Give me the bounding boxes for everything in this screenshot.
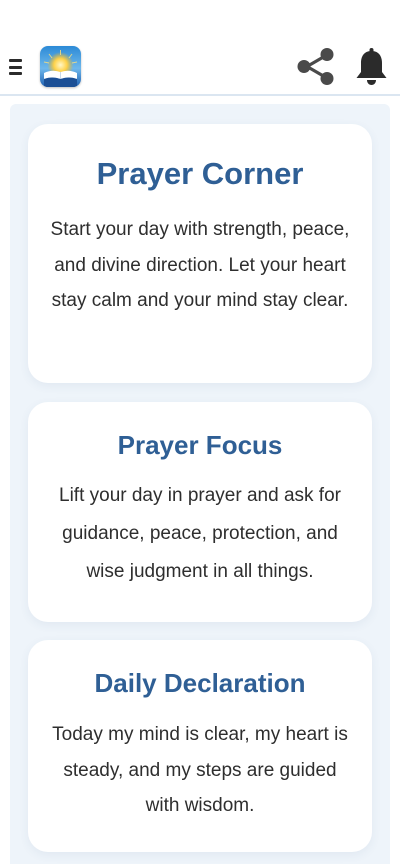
app-logo-icon[interactable] [40, 46, 81, 87]
open-bible-sunrise-icon [40, 46, 81, 87]
content-area: Prayer Corner Start your day with streng… [10, 104, 390, 864]
card-title: Prayer Focus [117, 430, 283, 460]
card-title: Prayer Corner [96, 156, 304, 191]
card-title: Daily Declaration [94, 668, 306, 698]
prayer-focus-card: Prayer Focus Lift your day in prayer and… [28, 402, 372, 622]
card-body-text: Lift your day in prayer and ask for guid… [59, 485, 341, 582]
hamburger-menu-icon[interactable] [7, 57, 25, 77]
top-header [0, 0, 400, 96]
share-icon[interactable] [296, 47, 337, 86]
share-glyph [297, 48, 334, 85]
app-screen: Prayer Corner Start your day with streng… [0, 0, 400, 864]
prayer-corner-card: Prayer Corner Start your day with streng… [28, 124, 372, 383]
notification-bell-icon[interactable] [355, 48, 388, 86]
card-body-text: Today my mind is clear, my heart is stea… [52, 724, 348, 816]
card-body-text: Start your day with strength, peace, and… [50, 219, 350, 311]
daily-declaration-card: Daily Declaration Today my mind is clear… [28, 640, 372, 852]
bell-glyph [356, 48, 387, 85]
